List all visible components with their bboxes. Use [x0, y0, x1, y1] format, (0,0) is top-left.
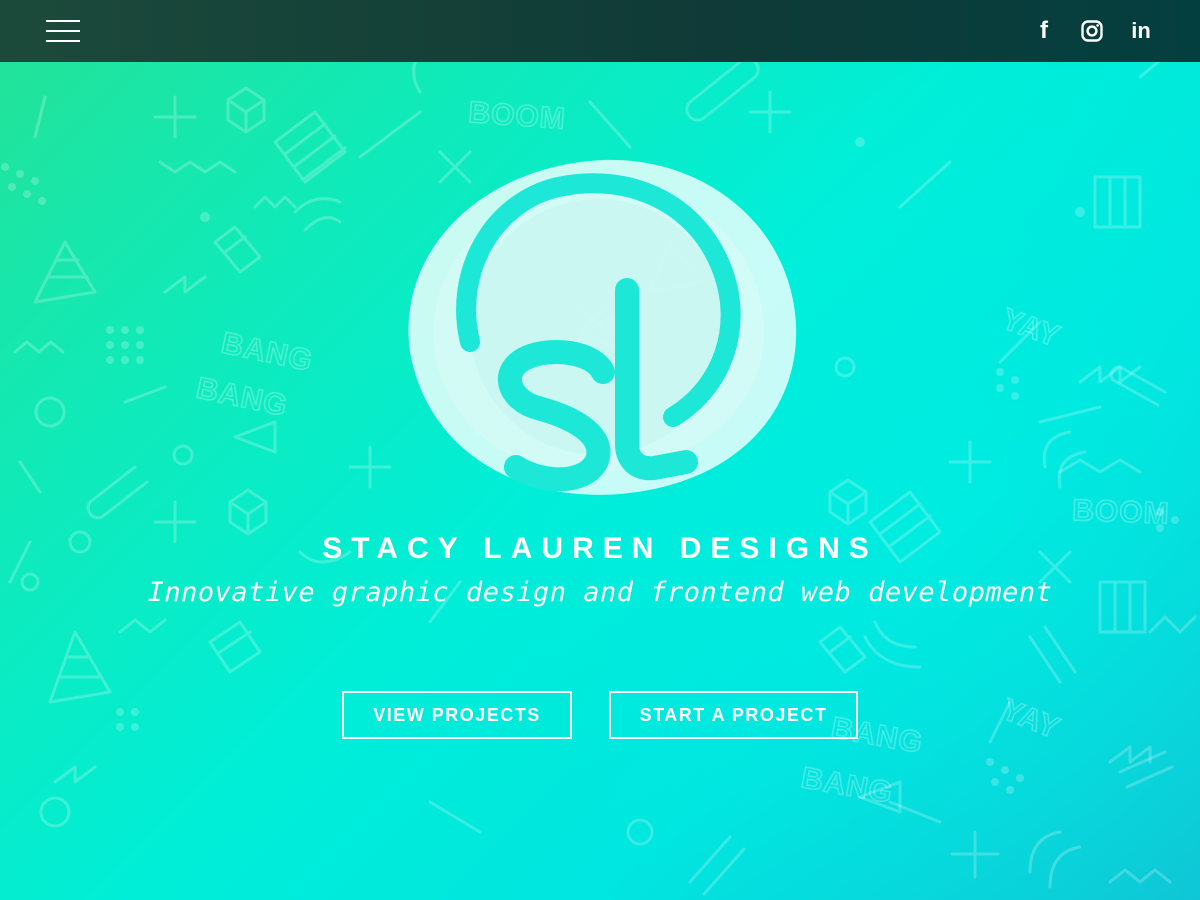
page-title: STACY LAUREN DESIGNS — [322, 532, 878, 565]
top-navigation-bar: f in — [0, 0, 1200, 62]
linkedin-link[interactable]: in — [1126, 16, 1156, 46]
facebook-link[interactable]: f — [1029, 16, 1059, 46]
pattern-word: BANG — [799, 761, 896, 810]
pattern-word: BANG — [219, 327, 316, 378]
start-project-button[interactable]: START A PROJECT — [609, 691, 858, 739]
pattern-word: BOOM — [1072, 494, 1170, 530]
pattern-word: YAY — [997, 693, 1064, 746]
logo-text: sl — [398, 142, 400, 143]
tagline: Innovative graphic design and frontend w… — [147, 577, 1053, 608]
linkedin-icon: in — [1131, 18, 1151, 43]
hamburger-menu-icon[interactable] — [46, 18, 82, 44]
pattern-word: BOOM — [468, 96, 567, 136]
facebook-icon: f — [1040, 17, 1048, 44]
instagram-link[interactable] — [1077, 16, 1107, 46]
hero-section: BOOM BANG BANG YAY BOOM YAY BANG BANG sl… — [0, 62, 1200, 900]
instagram-icon — [1081, 20, 1103, 42]
pattern-word: BANG — [194, 372, 291, 423]
sl-logo: sl — [398, 142, 797, 495]
view-projects-button[interactable]: VIEW PROJECTS — [342, 691, 572, 739]
pattern-word: YAY — [998, 303, 1065, 354]
